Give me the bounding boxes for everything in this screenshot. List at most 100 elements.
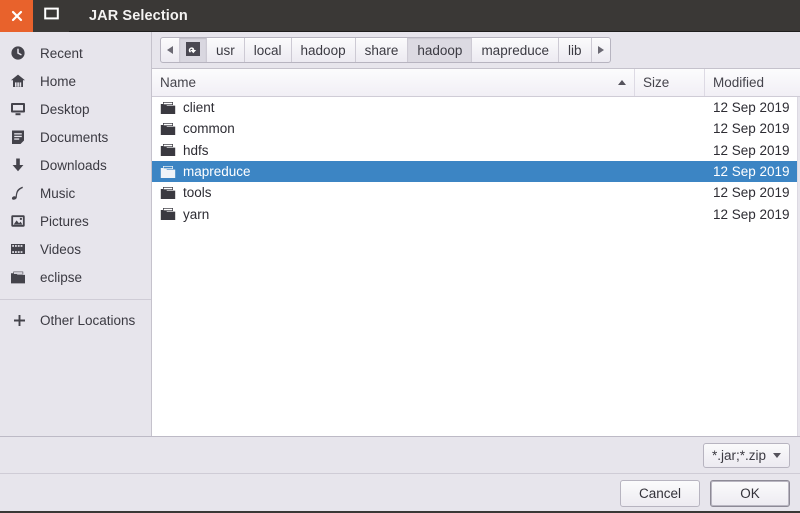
breadcrumb-label: usr [216,42,235,58]
filesystem-icon [185,41,201,60]
maximize-icon [43,7,59,25]
column-header-label: Size [643,75,670,90]
file-name-label: common [183,121,235,137]
file-type-filter-dropdown[interactable]: *.jar;*.zip [702,442,790,468]
chevron-down-icon [773,452,781,458]
table-row-selected[interactable]: mapreduce 12 Sep 2019 [152,160,800,183]
close-button[interactable] [0,0,33,32]
cancel-button-label: Cancel [638,486,682,501]
download-arrow-icon [10,157,32,173]
sidebar-item-label: Pictures [40,213,89,229]
file-modified-cell: 12 Sep 2019 [713,185,790,201]
breadcrumb-hadoop[interactable]: hadoop [292,38,356,62]
file-name-label: mapreduce [183,164,251,180]
sidebar-item-label: Downloads [40,157,107,173]
ok-button[interactable]: OK [710,480,790,507]
column-header-label: Name [160,75,197,90]
sidebar-item-documents[interactable]: Documents [0,123,151,151]
film-icon [10,241,32,257]
file-name-cell: yarn [152,207,635,222]
sidebar-item-label: Recent [40,45,83,61]
folder-icon [160,143,176,157]
breadcrumb-usr[interactable]: usr [207,38,245,62]
sidebar-item-downloads[interactable]: Downloads [0,151,151,179]
file-type-filter-value: *.jar;*.zip [711,447,766,463]
sidebar-item-label: Home [40,73,77,89]
sidebar-item-other-locations[interactable]: Other Locations [0,306,151,334]
maximize-button[interactable] [33,0,69,32]
file-modified-cell: 12 Sep 2019 [713,206,790,222]
path-next-button[interactable] [592,38,610,62]
chevron-left-icon [167,46,173,54]
sidebar-item-label: Music [40,185,76,201]
close-icon [10,9,24,23]
places-sidebar: Recent Home Desktop Documents Downloads … [0,32,152,436]
breadcrumb-share[interactable]: share [356,38,409,62]
breadcrumb-hadoop-current[interactable]: hadoop [408,38,473,62]
file-modified-cell: 12 Sep 2019 [713,142,790,158]
breadcrumb-label: mapreduce [481,42,549,58]
sidebar-item-eclipse[interactable]: eclipse [0,263,151,291]
column-header-size[interactable]: Size [635,69,705,96]
breadcrumb-label: hadoop [300,42,346,58]
sidebar-item-videos[interactable]: Videos [0,235,151,263]
file-name-cell: tools [152,185,635,200]
sidebar-item-desktop[interactable]: Desktop [0,95,151,123]
table-row[interactable]: yarn 12 Sep 2019 [152,203,800,224]
file-name-cell: hdfs [152,143,635,158]
sidebar-item-label: Videos [40,241,82,257]
file-modified-cell: 12 Sep 2019 [713,121,790,137]
dialog-body: Recent Home Desktop Documents Downloads … [0,32,800,436]
sidebar-item-music[interactable]: Music [0,179,151,207]
path-bar: usr local hadoop share hadoop mapreduce … [152,32,800,68]
titlebar: JAR Selection [0,0,800,32]
home-icon [10,73,32,89]
folder-icon [160,122,176,136]
monitor-icon [10,101,32,117]
music-note-icon [10,185,32,201]
table-row[interactable]: hdfs 12 Sep 2019 [152,140,800,161]
file-list-header: Name Size Modified [152,69,800,97]
table-row[interactable]: common 12 Sep 2019 [152,118,800,139]
column-header-name[interactable]: Name [152,69,635,96]
column-header-modified[interactable]: Modified [705,69,800,96]
browser-pane: usr local hadoop share hadoop mapreduce … [152,32,800,436]
column-header-label: Modified [713,75,765,90]
file-name-cell: common [152,121,635,136]
sidebar-item-pictures[interactable]: Pictures [0,207,151,235]
breadcrumb-label: share [364,42,399,58]
file-modified-cell: 12 Sep 2019 [713,164,790,180]
file-name-label: hdfs [183,142,209,158]
breadcrumb-label: local [253,42,282,58]
breadcrumb-mapreduce[interactable]: mapreduce [472,38,559,62]
filter-bar: *.jar;*.zip [0,436,800,473]
sidebar-item-label: eclipse [40,269,83,285]
sidebar-item-label: Other Locations [40,312,136,328]
folder-icon [160,207,176,221]
sidebar-item-recent[interactable]: Recent [0,39,151,67]
cancel-button[interactable]: Cancel [620,480,700,507]
sidebar-item-home[interactable]: Home [0,67,151,95]
file-chooser-dialog: JAR Selection Recent Home Desktop Docume… [0,0,800,513]
file-list: Name Size Modified client 12 Sep 2019 co… [152,68,800,436]
chevron-right-icon [597,46,604,54]
path-filesystem-button[interactable] [180,38,207,62]
folder-icon [160,101,176,115]
sidebar-item-label: Desktop [40,101,90,117]
folder-icon [160,186,176,200]
file-name-label: tools [183,185,212,201]
file-name-cell: client [152,100,635,115]
path-prev-button[interactable] [161,38,180,62]
sort-ascending-icon [618,80,626,85]
breadcrumb-local[interactable]: local [245,38,292,62]
file-name-label: yarn [183,206,210,222]
table-row[interactable]: tools 12 Sep 2019 [152,182,800,203]
picture-icon [10,213,32,229]
table-row[interactable]: client 12 Sep 2019 [152,97,800,118]
breadcrumb: usr local hadoop share hadoop mapreduce … [160,37,611,63]
file-name-cell: mapreduce [152,164,635,179]
folder-icon [160,165,176,179]
breadcrumb-lib[interactable]: lib [559,38,592,62]
breadcrumb-label: hadoop [417,42,463,58]
action-bar: Cancel OK [0,473,800,513]
